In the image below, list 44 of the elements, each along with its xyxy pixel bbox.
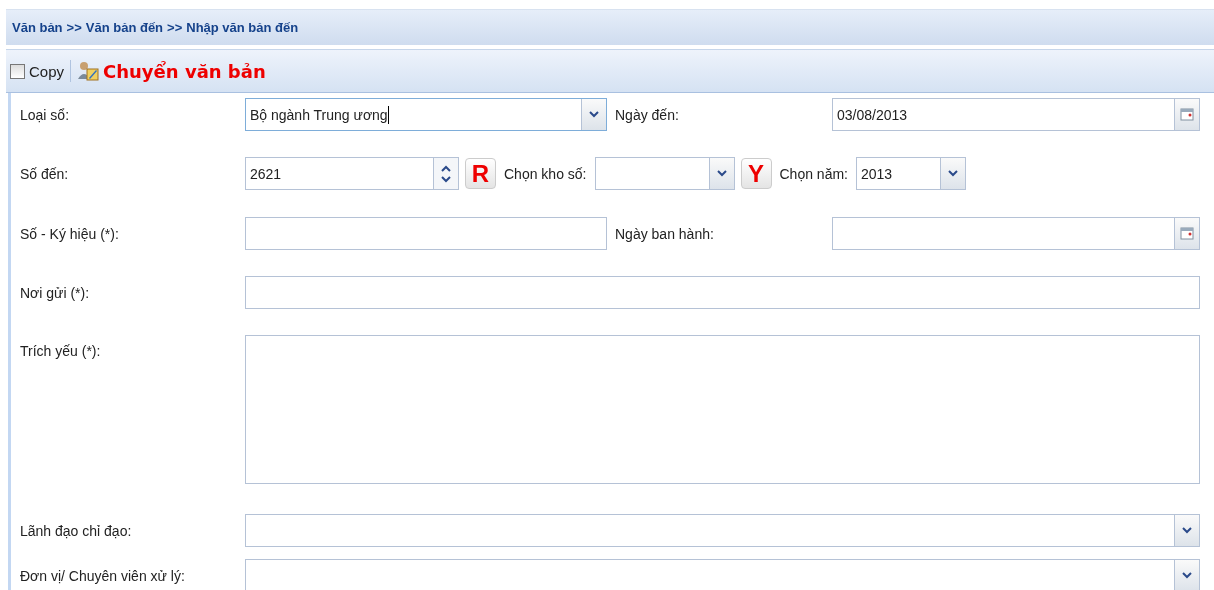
breadcrumb-separator: >> (167, 20, 183, 35)
field-label: Loại sổ: (20, 106, 71, 123)
text-area[interactable] (245, 335, 1200, 484)
dropdown-field[interactable] (245, 514, 1200, 547)
breadcrumb-item: Nhập văn bản đến (186, 20, 299, 35)
field-label: Ngày ban hành: (614, 225, 715, 242)
reset-button[interactable]: R (465, 158, 496, 189)
field-value: Bộ ngành Trung ương (249, 106, 388, 123)
breadcrumb-separator: >> (66, 20, 82, 35)
dropdown-field[interactable] (594, 157, 735, 190)
field-label: Chọn kho số: (503, 165, 588, 182)
chevron-down-icon (1182, 572, 1192, 579)
chevron-down-icon (589, 111, 599, 118)
dropdown-field[interactable]: Bộ ngành Trung ương (245, 98, 607, 131)
year-dropdown[interactable]: 2013 (856, 157, 966, 190)
field-label: Trích yếu (*): (20, 342, 102, 359)
field-label: Số - Ký hiệu (*): (20, 225, 120, 242)
people-pencil-icon (77, 61, 100, 81)
copy-checkbox[interactable] (10, 63, 25, 79)
date-field[interactable]: 03/08/2013 (832, 98, 1200, 131)
field-label: Số đến: (20, 165, 70, 182)
transfer-button[interactable]: Chuyển văn bản (77, 60, 266, 82)
chevron-down-icon (716, 170, 727, 177)
field-label: Đơn vị/ Chuyên viên xử lý: (20, 567, 186, 584)
number-spinner[interactable]: 2621 (245, 157, 459, 190)
field-label: Lãnh đạo chỉ đạo: (20, 522, 133, 539)
date-field[interactable] (832, 217, 1200, 250)
calendar-icon (1180, 227, 1194, 240)
copy-label: Copy (29, 62, 65, 80)
field-label: Chọn năm: (778, 165, 849, 182)
field-value: 03/08/2013 (836, 106, 908, 123)
text-field[interactable] (245, 217, 607, 250)
field-label: Ngày đến: (614, 106, 680, 123)
calendar-icon (1180, 108, 1194, 121)
text-field[interactable] (245, 276, 1200, 309)
field-value: 2621 (249, 165, 282, 182)
chevron-down-icon (948, 170, 958, 177)
chevron-down-icon (1182, 527, 1192, 534)
year-button[interactable]: Y (740, 158, 772, 189)
field-value: 2013 (860, 165, 893, 182)
dropdown-field[interactable] (245, 559, 1200, 590)
breadcrumb-item: Văn bản đến (85, 20, 164, 35)
breadcrumb-item: Văn bản (12, 20, 63, 35)
field-label: Nơi gửi (*): (20, 284, 91, 301)
